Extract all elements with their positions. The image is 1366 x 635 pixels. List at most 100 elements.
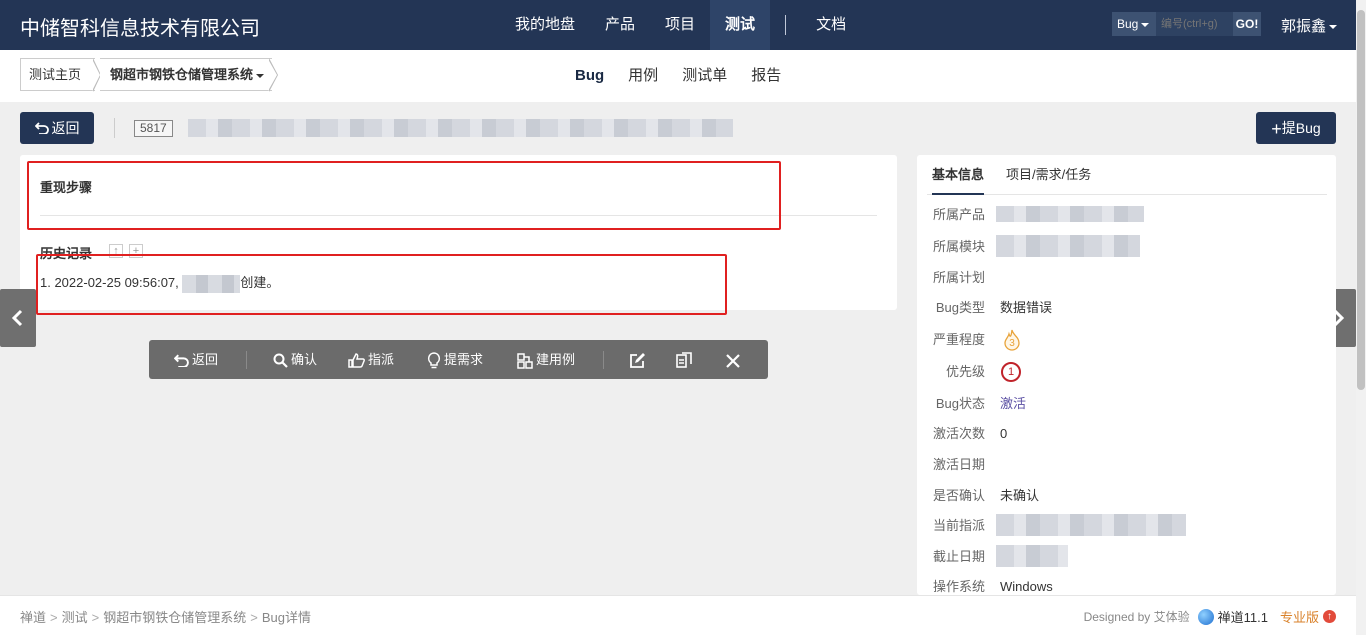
bug-id-badge: 5817	[134, 120, 173, 137]
priority-badge: 1	[1001, 362, 1021, 382]
breadcrumb-separator	[268, 59, 277, 91]
sub-header: 测试主页 钢超市钢铁仓储管理系统 Bug 用例 测试单 报告	[0, 50, 1356, 102]
company-brand[interactable]: 中储智科信息技术有限公司	[20, 12, 260, 41]
tab-project-story-task[interactable]: 项目/需求/任务	[1006, 155, 1091, 195]
user-menu[interactable]: 郭振鑫	[1281, 15, 1338, 36]
toolbar-divider	[246, 351, 247, 369]
module-value-redacted	[996, 235, 1140, 257]
info-row-priority: 优先级 1	[917, 356, 1336, 387]
thumbs-up-icon	[348, 353, 365, 368]
footer-crumb-current: Bug详情	[261, 610, 311, 625]
search-input[interactable]	[1156, 12, 1233, 36]
activated-count-value: 0	[1000, 426, 1008, 441]
undo-icon	[173, 354, 189, 368]
action-confirm-button[interactable]: 确认	[273, 340, 317, 379]
test-subnav: Bug 用例 测试单 报告	[563, 50, 793, 102]
nav-test[interactable]: 测试	[710, 0, 771, 50]
scrollbar-thumb[interactable]	[1357, 10, 1365, 390]
title-divider	[114, 118, 115, 138]
action-toolbar: 返回 确认 指派 提需求 建用例	[149, 340, 768, 379]
bug-info-panel: 基本信息 项目/需求/任务 所属产品 所属模块 所属计划 Bug类型 数据错误 …	[917, 155, 1336, 595]
top-header: 中储智科信息技术有限公司 我的地盘 产品 项目 测试 文档 Bug GO! 郭振…	[0, 0, 1356, 50]
tab-case[interactable]: 用例	[616, 50, 670, 102]
add-bug-button[interactable]: +提Bug	[1256, 112, 1336, 144]
nav-divider	[785, 15, 787, 35]
undo-icon	[34, 122, 49, 135]
chevron-left-icon	[11, 309, 23, 327]
action-create-case-button[interactable]: 建用例	[517, 340, 575, 379]
action-copy-button[interactable]	[676, 340, 696, 379]
info-row-assigned-to: 当前指派	[917, 510, 1336, 541]
breadcrumb-separator	[92, 59, 100, 91]
prev-bug-button[interactable]	[0, 289, 36, 347]
info-row-status: Bug状态 激活	[917, 388, 1336, 419]
chevron-down-icon	[1141, 22, 1150, 27]
info-row-type: Bug类型 数据错误	[917, 292, 1336, 323]
nav-my[interactable]: 我的地盘	[500, 0, 590, 50]
footer: 禅道 > 测试 > 钢超市钢铁仓储管理系统 > Bug详情 Designed by 艾体验 …	[0, 595, 1356, 635]
breadcrumb-test-home[interactable]: 测试主页	[20, 58, 96, 91]
info-row-os: 操作系统 Windows	[917, 571, 1336, 595]
copy-icon	[676, 352, 692, 368]
os-value: Windows	[1000, 579, 1053, 594]
zentao-logo-icon	[1197, 608, 1214, 625]
upgrade-icon[interactable]: ↑	[1323, 610, 1336, 623]
footer-crumb-product[interactable]: 钢超市钢铁仓储管理系统	[103, 610, 246, 625]
assigned-value-redacted	[996, 514, 1186, 536]
info-row-module: 所属模块	[917, 231, 1336, 262]
edition-link[interactable]: 专业版	[1280, 607, 1319, 626]
action-close-button[interactable]	[726, 340, 743, 379]
type-value: 数据错误	[1000, 300, 1053, 315]
nav-product[interactable]: 产品	[590, 0, 650, 50]
svg-text:3: 3	[1009, 338, 1015, 349]
tab-bug[interactable]: Bug	[563, 50, 616, 102]
product-value-redacted	[996, 206, 1144, 222]
action-edit-button[interactable]	[629, 340, 649, 379]
status-value: 激活	[1000, 396, 1027, 411]
plus-icon: +	[1271, 119, 1282, 139]
info-row-plan: 所属计划	[932, 270, 985, 285]
page-scrollbar[interactable]	[1356, 0, 1366, 635]
info-row-activated-date: 激活日期	[932, 457, 985, 472]
footer-crumb-home[interactable]: 禅道	[20, 610, 46, 625]
chevron-down-icon	[256, 73, 265, 78]
info-row-severity: 严重程度 3	[917, 324, 1336, 355]
sitemap-icon	[517, 352, 533, 369]
close-icon	[726, 353, 740, 368]
confirmed-value: 未确认	[1000, 488, 1040, 503]
main-nav: 我的地盘 产品 项目 测试 文档	[500, 0, 861, 50]
action-story-button[interactable]: 提需求	[427, 340, 483, 379]
toolbar-divider	[603, 351, 604, 369]
footer-crumb-test[interactable]: 测试	[62, 610, 88, 625]
action-back-button[interactable]: 返回	[173, 340, 218, 379]
info-row-activated-count: 激活次数 0	[917, 418, 1336, 449]
search-icon	[273, 353, 288, 368]
version-link[interactable]: 禅道11.1	[1218, 607, 1268, 626]
back-button[interactable]: 返回	[20, 112, 94, 144]
highlight-box-steps	[27, 161, 781, 230]
tab-basic-info[interactable]: 基本信息	[932, 155, 985, 195]
designed-by-link[interactable]: Designed by 艾体验	[1084, 608, 1190, 625]
footer-version-info: Designed by 艾体验 禅道11.1 专业版 ↑	[1084, 607, 1336, 626]
info-tabs: 基本信息 项目/需求/任务	[927, 155, 1327, 195]
search-type-select[interactable]: Bug	[1112, 12, 1156, 36]
highlight-box-history	[36, 254, 727, 315]
tab-report[interactable]: 报告	[739, 50, 793, 102]
search-box: Bug GO!	[1112, 12, 1261, 36]
info-row-deadline: 截止日期	[917, 541, 1336, 572]
action-assign-button[interactable]: 指派	[348, 340, 394, 379]
edit-icon	[630, 353, 645, 368]
info-row-product: 所属产品	[917, 199, 1336, 230]
tab-testtask[interactable]: 测试单	[670, 50, 739, 102]
lightbulb-icon	[427, 352, 441, 369]
info-row-confirmed: 是否确认 未确认	[917, 480, 1336, 511]
search-go-button[interactable]: GO!	[1233, 12, 1261, 36]
deadline-value-redacted	[996, 545, 1068, 567]
severity-flame-icon: 3	[1001, 329, 1023, 351]
breadcrumb-product[interactable]: 钢超市钢铁仓储管理系统	[100, 58, 273, 91]
footer-breadcrumb: 禅道 > 测试 > 钢超市钢铁仓储管理系统 > Bug详情	[20, 610, 311, 625]
nav-project[interactable]: 项目	[650, 0, 710, 50]
bug-title-redacted	[188, 119, 733, 137]
nav-doc[interactable]: 文档	[801, 0, 861, 50]
chevron-down-icon	[1329, 25, 1338, 30]
